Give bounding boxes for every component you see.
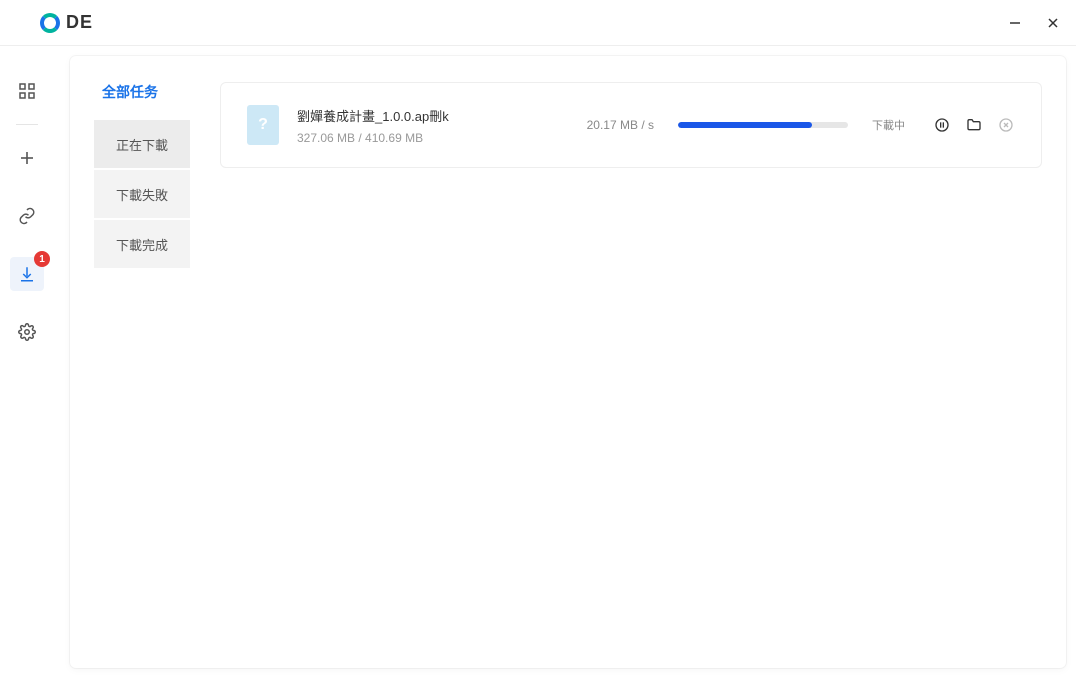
file-meta: 劉嬋養成計畫_1.0.0.ap刪k 327.06 MB / 410.69 MB — [297, 106, 557, 145]
task-actions — [933, 116, 1015, 134]
task-row: 劉嬋養成計畫_1.0.0.ap刪k 327.06 MB / 410.69 MB … — [220, 82, 1042, 168]
rail-add[interactable] — [10, 141, 44, 175]
download-speed: 20.17 MB / s — [587, 118, 654, 132]
brand-text: DE — [66, 12, 93, 33]
file-icon — [247, 105, 279, 145]
filter-label: 下載完成 — [116, 235, 168, 254]
task-list: 劉嬋養成計畫_1.0.0.ap刪k 327.06 MB / 410.69 MB … — [220, 82, 1042, 642]
settings-icon — [18, 323, 36, 341]
link-icon — [18, 207, 36, 225]
left-rail: 1 — [0, 46, 54, 692]
cancel-button[interactable] — [997, 116, 1015, 134]
file-name: 劉嬋養成計畫_1.0.0.ap刪k — [297, 106, 557, 125]
cancel-icon — [998, 117, 1014, 133]
download-status: 下載中 — [872, 117, 905, 133]
pause-icon — [934, 117, 950, 133]
rail-link[interactable] — [10, 199, 44, 233]
brand: DE — [40, 12, 93, 33]
pause-button[interactable] — [933, 116, 951, 134]
window-controls — [1006, 14, 1062, 32]
filter-label: 正在下載 — [116, 135, 168, 154]
rail-divider — [16, 124, 38, 125]
download-icon — [18, 265, 36, 283]
apps-icon — [18, 82, 36, 100]
minimize-button[interactable] — [1006, 14, 1024, 32]
brand-logo-icon — [40, 13, 60, 33]
main-panel: 全部任务 正在下載 下載失敗 下載完成 劉嬋養成計畫_1.0.0.ap刪k 32… — [70, 56, 1066, 668]
rail-apps[interactable] — [10, 74, 44, 108]
filter-header: 全部任务 — [94, 82, 190, 102]
rail-settings[interactable] — [10, 315, 44, 349]
filter-failed[interactable]: 下載失敗 — [94, 170, 190, 218]
open-folder-button[interactable] — [965, 116, 983, 134]
filter-downloading[interactable]: 正在下載 — [94, 120, 190, 168]
rail-downloads[interactable]: 1 — [10, 257, 44, 291]
progress-bar — [678, 122, 848, 128]
titlebar: DE — [0, 0, 1076, 46]
filter-completed[interactable]: 下載完成 — [94, 220, 190, 268]
file-size: 327.06 MB / 410.69 MB — [297, 131, 557, 145]
filter-sidebar: 全部任务 正在下載 下載失敗 下載完成 — [94, 82, 190, 642]
add-icon — [18, 149, 36, 167]
folder-icon — [966, 117, 982, 133]
filter-label: 下載失敗 — [116, 185, 168, 204]
close-button[interactable] — [1044, 14, 1062, 32]
downloads-badge: 1 — [34, 251, 50, 267]
